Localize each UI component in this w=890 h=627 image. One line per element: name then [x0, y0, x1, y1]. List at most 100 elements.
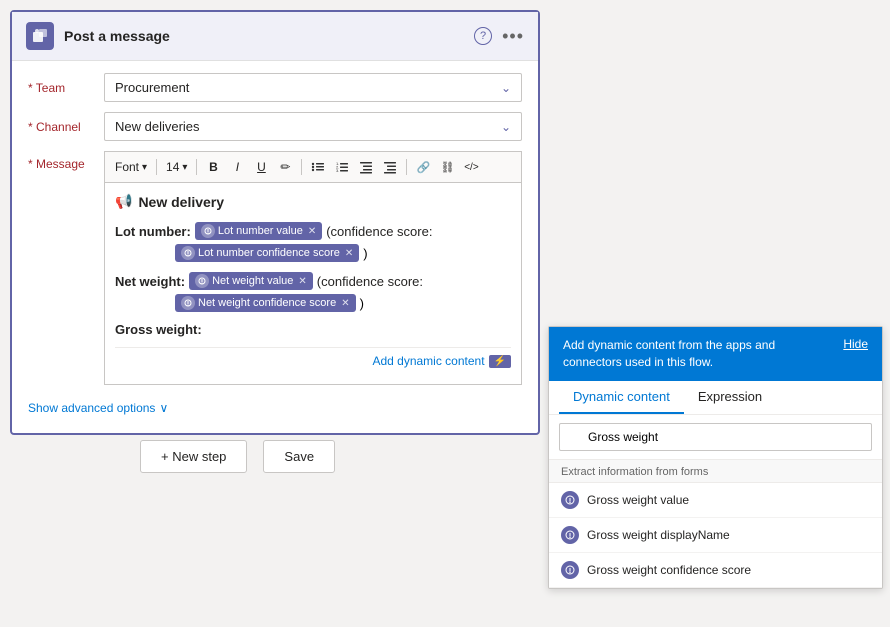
lot-number-tag-close[interactable]: ✕ [308, 226, 316, 237]
post-message-card: Post a message ? ••• Team Procurement ⌄ … [10, 10, 540, 435]
net-weight-block: Net weight: Net weight value ✕ (confiden… [115, 272, 511, 312]
message-editor[interactable]: 📢 New delivery Lot number: [104, 182, 522, 385]
net-confidence-tag-text: Net weight confidence score [198, 297, 336, 309]
toolbar-separator-3 [301, 159, 302, 175]
list-item[interactable]: Gross weight confidence score [549, 553, 882, 588]
font-size-value: 14 [166, 160, 179, 174]
dynamic-items-list: Gross weight value Gross weight displayN… [549, 483, 882, 588]
link-button[interactable]: 🔗 [412, 156, 434, 178]
lot-confidence-tag[interactable]: Lot number confidence score ✕ [175, 244, 359, 262]
dynamic-item-label-2: Gross weight displayName [587, 528, 730, 542]
lot-number-tag-text: Lot number value [218, 225, 303, 237]
bottom-buttons: + New step Save [140, 440, 335, 473]
message-heading-text: New delivery [138, 194, 224, 210]
main-area: Post a message ? ••• Team Procurement ⌄ … [0, 0, 890, 627]
lot-confidence-tag-icon [181, 246, 195, 260]
dynamic-panel-header-text: Add dynamic content from the apps and co… [563, 337, 833, 371]
channel-field-row: Channel New deliveries ⌄ [28, 112, 522, 141]
message-field-row: Message Font ▾ 14 ▾ B [28, 151, 522, 385]
net-confidence-row: Net weight confidence score ✕ ) [115, 294, 511, 312]
code-button[interactable]: </> [460, 156, 482, 178]
team-dropdown-arrow: ⌄ [501, 81, 511, 95]
new-step-button[interactable]: + New step [140, 440, 247, 473]
gross-weight-row: Gross weight: [115, 322, 511, 337]
dynamic-content-panel: Add dynamic content from the apps and co… [548, 326, 883, 589]
bullet-list-button[interactable] [307, 156, 329, 178]
dynamic-panel-hide-button[interactable]: Hide [843, 337, 868, 351]
unlink-button[interactable]: ⛓ [436, 156, 458, 178]
advanced-arrow-icon: ∨ [159, 401, 168, 415]
lot-number-label: Lot number: [115, 224, 191, 239]
lot-confidence-tag-text: Lot number confidence score [198, 247, 340, 259]
net-confidence-tag[interactable]: Net weight confidence score ✕ [175, 294, 356, 312]
add-dynamic-badge: ⚡ [489, 355, 511, 368]
dynamic-section-label: Extract information from forms [549, 460, 882, 483]
bold-button[interactable]: B [202, 156, 224, 178]
lot-number-row: Lot number: Lot number value ✕ (confiden… [115, 222, 511, 240]
card-header: Post a message ? ••• [12, 12, 538, 61]
tab-dynamic-content[interactable]: Dynamic content [559, 381, 684, 414]
numbered-list-button[interactable]: 1.2.3. [331, 156, 353, 178]
dynamic-item-label-3: Gross weight confidence score [587, 563, 751, 577]
search-wrapper: 🔍 [559, 423, 872, 451]
lot-number-tag[interactable]: Lot number value ✕ [195, 222, 322, 240]
net-confidence-tag-close[interactable]: ✕ [341, 298, 349, 309]
font-label: Font [115, 160, 139, 174]
dynamic-search-input[interactable] [559, 423, 872, 451]
confidence-score-text: (confidence score: [326, 224, 432, 239]
announce-icon: 📢 [115, 193, 132, 210]
teams-icon [26, 22, 54, 50]
message-label: Message [28, 157, 98, 171]
pencil-button[interactable]: ✏ [274, 156, 296, 178]
underline-button[interactable]: U [250, 156, 272, 178]
add-dynamic-row: Add dynamic content ⚡ [115, 347, 511, 374]
card-actions: ? ••• [474, 26, 524, 47]
list-item[interactable]: Gross weight displayName [549, 518, 882, 553]
indent-more-button[interactable] [379, 156, 401, 178]
net-weight-tag[interactable]: Net weight value ✕ [189, 272, 313, 290]
net-weight-tag-close[interactable]: ✕ [298, 276, 306, 287]
toolbar-separator-2 [196, 159, 197, 175]
net-weight-label: Net weight: [115, 274, 185, 289]
more-icon[interactable]: ••• [502, 26, 524, 47]
help-icon[interactable]: ? [474, 27, 492, 45]
toolbar-separator-1 [156, 159, 157, 175]
gross-weight-label: Gross weight: [115, 322, 202, 337]
font-size-arrow-icon: ▾ [182, 162, 187, 173]
new-step-icon: + [161, 449, 169, 464]
close-bracket: ) [363, 246, 367, 261]
add-dynamic-text: Add dynamic content [372, 354, 484, 368]
message-heading: 📢 New delivery [115, 193, 511, 210]
team-field-row: Team Procurement ⌄ [28, 73, 522, 102]
toolbar-separator-4 [406, 159, 407, 175]
italic-button[interactable]: I [226, 156, 248, 178]
svg-text:3.: 3. [336, 168, 339, 173]
font-arrow-icon: ▾ [142, 162, 147, 173]
font-dropdown[interactable]: Font ▾ [111, 158, 151, 176]
channel-dropdown[interactable]: New deliveries ⌄ [104, 112, 522, 141]
dynamic-panel-header: Add dynamic content from the apps and co… [549, 327, 882, 381]
list-item[interactable]: Gross weight value [549, 483, 882, 518]
indent-less-button[interactable] [355, 156, 377, 178]
show-advanced-options[interactable]: Show advanced options ∨ [28, 395, 522, 421]
message-toolbar: Font ▾ 14 ▾ B I U ✏ [104, 151, 522, 182]
save-button[interactable]: Save [263, 440, 335, 473]
dynamic-search-row: 🔍 [549, 415, 882, 460]
dynamic-item-icon-2 [561, 526, 579, 544]
net-weight-tag-text: Net weight value [212, 275, 293, 287]
lot-number-tag-icon [201, 224, 215, 238]
net-weight-row: Net weight: Net weight value ✕ (confiden… [115, 272, 511, 290]
card-title: Post a message [64, 28, 464, 44]
team-dropdown[interactable]: Procurement ⌄ [104, 73, 522, 102]
tab-expression[interactable]: Expression [684, 381, 776, 414]
dynamic-item-icon-1 [561, 491, 579, 509]
net-weight-tag-icon [195, 274, 209, 288]
team-label: Team [28, 81, 98, 95]
lot-confidence-tag-close[interactable]: ✕ [345, 248, 353, 259]
advanced-options-label: Show advanced options [28, 401, 155, 415]
lot-confidence-row: Lot number confidence score ✕ ) [115, 244, 511, 262]
font-size-dropdown[interactable]: 14 ▾ [162, 158, 191, 176]
add-dynamic-link[interactable]: Add dynamic content ⚡ [372, 354, 511, 368]
channel-label: Channel [28, 120, 98, 134]
new-step-label: New step [172, 449, 226, 464]
